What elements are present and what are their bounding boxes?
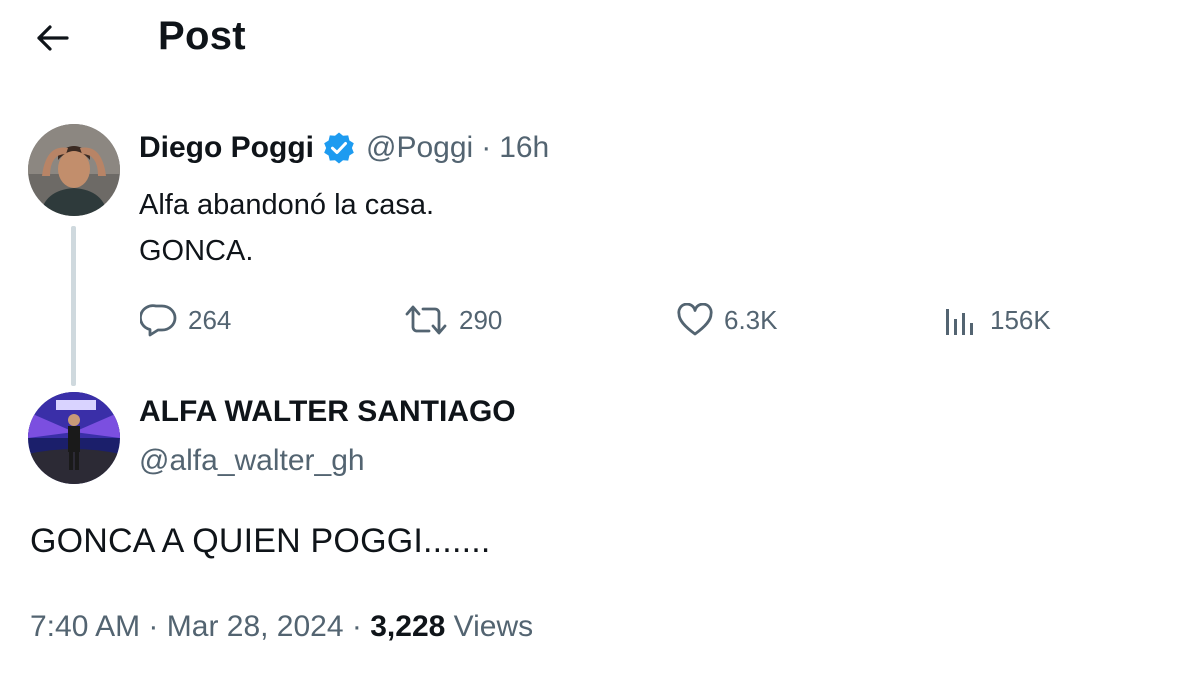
tweet2-author-name[interactable]: ALFA WALTER SANTIAGO — [139, 395, 516, 429]
tweet1-timestamp[interactable]: 16h — [499, 131, 549, 165]
reply-count: 264 — [188, 304, 232, 335]
tweet2-handle[interactable]: @alfa_walter_gh — [139, 444, 365, 478]
tweet1-text: Alfa abandonó la casa. GONCA. — [139, 182, 434, 274]
separator-dot: · — [351, 610, 362, 643]
verified-badge-icon[interactable] — [322, 131, 356, 165]
repost-button[interactable]: 290 — [403, 298, 502, 342]
reply-button[interactable]: 264 — [140, 298, 231, 342]
separator-dot: · — [481, 131, 492, 164]
like-button[interactable]: 6.3K — [676, 298, 778, 342]
arrow-left-icon — [35, 23, 69, 58]
thread-connector-line — [71, 226, 76, 386]
tweet1-text-line: GONCA. — [139, 235, 254, 267]
tweet1-header: Diego Poggi @Poggi · 16h — [139, 128, 549, 168]
page-title: Post — [158, 14, 246, 58]
tweet1-handle[interactable]: @Poggi — [366, 131, 473, 165]
bar-chart-icon — [944, 303, 980, 337]
tweet2-meta: 7:40 AM · Mar 28, 2024 · 3,228 Views — [30, 610, 533, 644]
post-date[interactable]: Mar 28, 2024 — [167, 610, 344, 643]
avatar-diego-poggi[interactable] — [28, 124, 120, 216]
like-count: 6.3K — [724, 304, 778, 335]
post-time[interactable]: 7:40 AM — [30, 610, 140, 643]
post-views-count: 3,228 — [370, 610, 446, 643]
tweet2-text: GONCA A QUIEN POGGI....... — [30, 522, 491, 560]
repost-icon — [403, 303, 449, 337]
tweet1-author-name[interactable]: Diego Poggi — [139, 131, 314, 165]
views-button[interactable]: 156K — [944, 298, 1051, 342]
top-bar: Post — [0, 0, 1200, 80]
back-button[interactable] — [28, 18, 76, 62]
avatar-alfa-walter[interactable] — [28, 392, 120, 484]
post-views-label: Views — [453, 610, 534, 643]
heart-icon — [676, 303, 714, 337]
repost-count: 290 — [459, 304, 503, 335]
separator-dot: · — [148, 610, 159, 643]
views-count: 156K — [990, 304, 1051, 335]
tweet1-text-line: Alfa abandonó la casa. — [139, 189, 435, 221]
reply-icon — [140, 303, 178, 337]
